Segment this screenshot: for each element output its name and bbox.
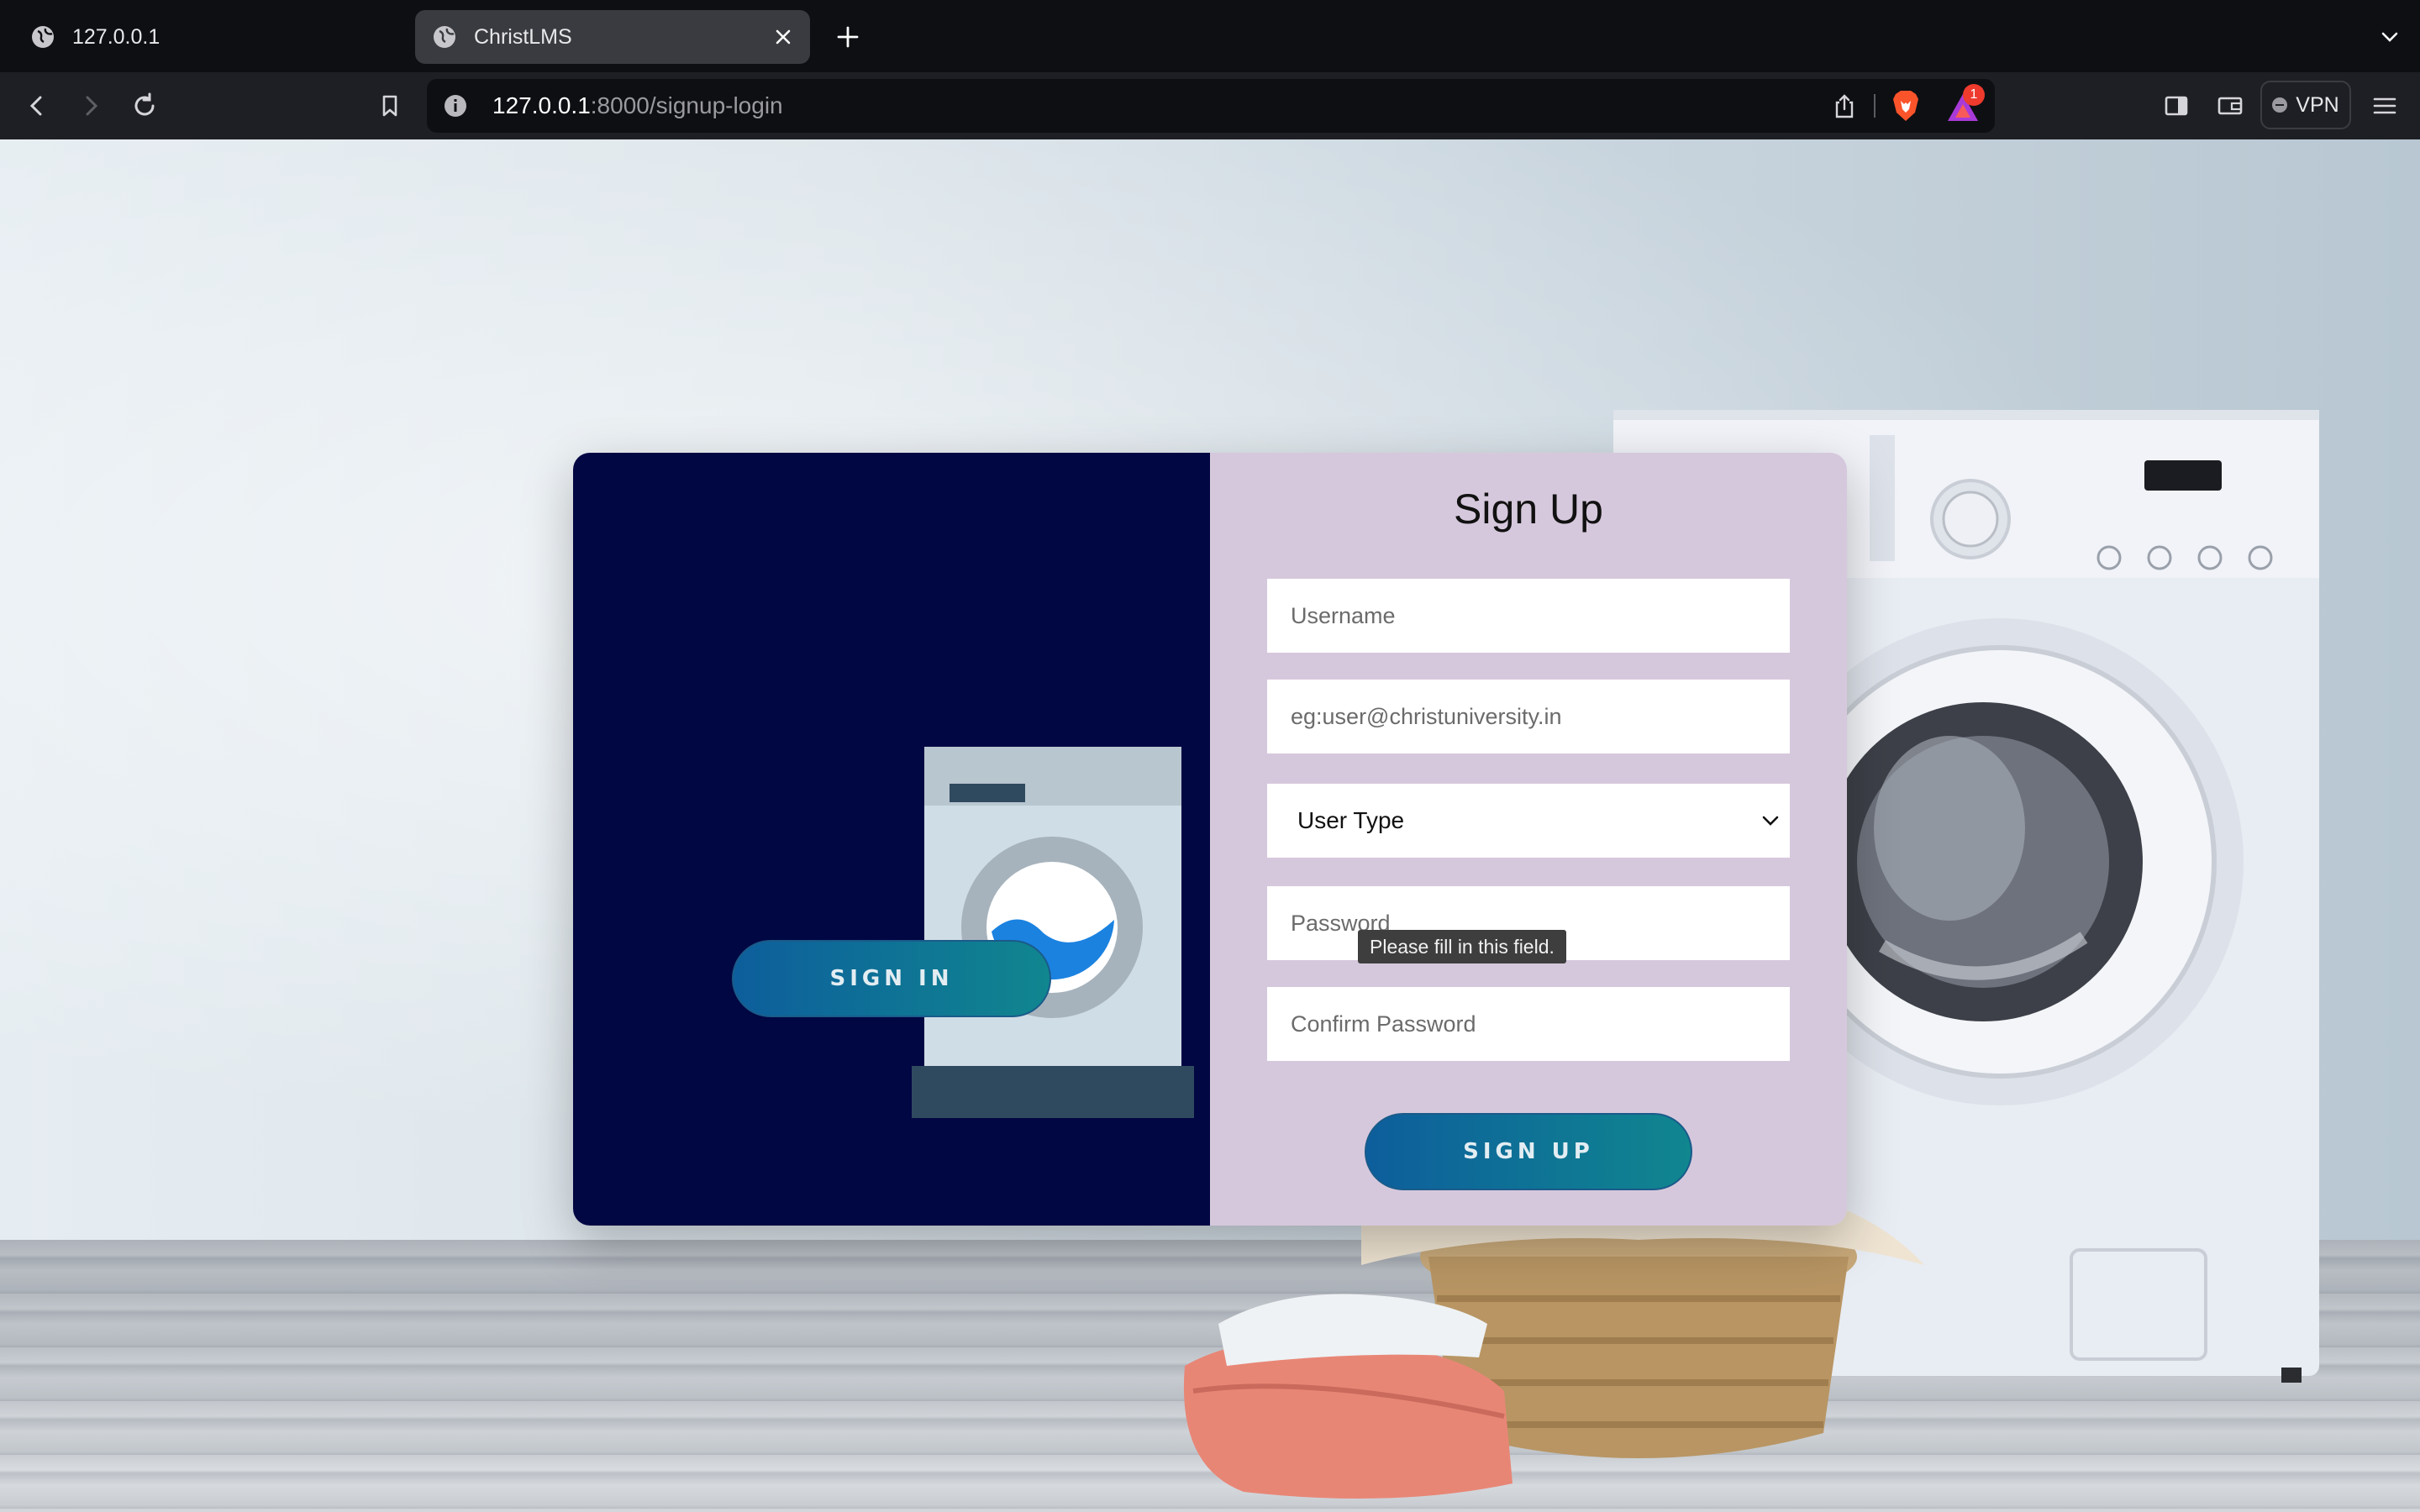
user-type-value: User Type xyxy=(1297,807,1405,833)
globe-icon xyxy=(434,26,455,48)
new-tab-icon[interactable] xyxy=(832,21,864,53)
info-icon[interactable] xyxy=(444,94,467,118)
close-icon[interactable] xyxy=(771,25,795,49)
auth-card: SIGN IN Sign Up Username eg:user@christu… xyxy=(573,453,1847,1226)
email-field[interactable]: eg:user@christuniversity.in xyxy=(1267,680,1790,753)
email-placeholder: eg:user@christuniversity.in xyxy=(1291,703,1562,729)
validation-tooltip: Please fill in this field. xyxy=(1358,930,1566,963)
chevron-down-icon xyxy=(1762,816,1779,826)
bookmark-icon[interactable] xyxy=(373,89,407,123)
chevron-down-icon[interactable] xyxy=(2378,25,2402,49)
sign-up-button[interactable]: SIGN UP xyxy=(1365,1113,1692,1190)
vpn-status-icon xyxy=(2272,97,2288,113)
tab-title: 127.0.0.1 xyxy=(72,24,160,49)
browser-toolbar: 127.0.0.1:8000/signup-login 1 VPN xyxy=(0,72,2420,139)
forward-icon[interactable] xyxy=(74,89,108,123)
vpn-button[interactable]: VPN xyxy=(2260,81,2351,129)
url-path: :8000/signup-login xyxy=(590,92,783,118)
address-bar[interactable]: 127.0.0.1:8000/signup-login 1 xyxy=(427,79,1995,133)
wallet-icon[interactable] xyxy=(2213,89,2247,123)
sign-in-button[interactable]: SIGN IN xyxy=(732,940,1051,1017)
url-text: 127.0.0.1:8000/signup-login xyxy=(492,92,783,119)
reload-icon[interactable] xyxy=(128,89,161,123)
back-icon[interactable] xyxy=(20,89,54,123)
tab-christlms[interactable]: ChristLMS xyxy=(415,10,810,64)
tab-localhost[interactable]: 127.0.0.1 xyxy=(0,10,403,64)
confirm-password-placeholder: Confirm Password xyxy=(1291,1011,1476,1037)
tab-title: ChristLMS xyxy=(474,24,572,49)
menu-icon[interactable] xyxy=(2368,89,2402,123)
signin-panel: SIGN IN xyxy=(573,453,1210,1226)
signup-panel: Sign Up Username eg:user@christuniversit… xyxy=(1210,453,1847,1226)
user-type-select[interactable]: User Type xyxy=(1267,784,1790,858)
sidebar-icon[interactable] xyxy=(2160,89,2193,123)
page-viewport: SIGN IN Sign Up Username eg:user@christu… xyxy=(0,139,2420,1512)
brave-shields-icon[interactable] xyxy=(1891,89,1921,123)
divider xyxy=(1874,94,1876,118)
share-icon[interactable] xyxy=(1832,92,1857,119)
confirm-password-field[interactable]: Confirm Password xyxy=(1267,987,1790,1061)
username-placeholder: Username xyxy=(1291,602,1396,628)
vpn-label: VPN xyxy=(2296,92,2339,117)
username-field[interactable]: Username xyxy=(1267,579,1790,653)
url-host: 127.0.0.1 xyxy=(492,92,591,118)
tab-strip: 127.0.0.1 ChristLMS xyxy=(0,0,2420,72)
signup-title: Sign Up xyxy=(1454,486,1603,533)
notification-badge: 1 xyxy=(1963,84,1985,106)
globe-icon xyxy=(32,26,54,48)
rewards-button[interactable]: 1 xyxy=(1944,84,1985,126)
